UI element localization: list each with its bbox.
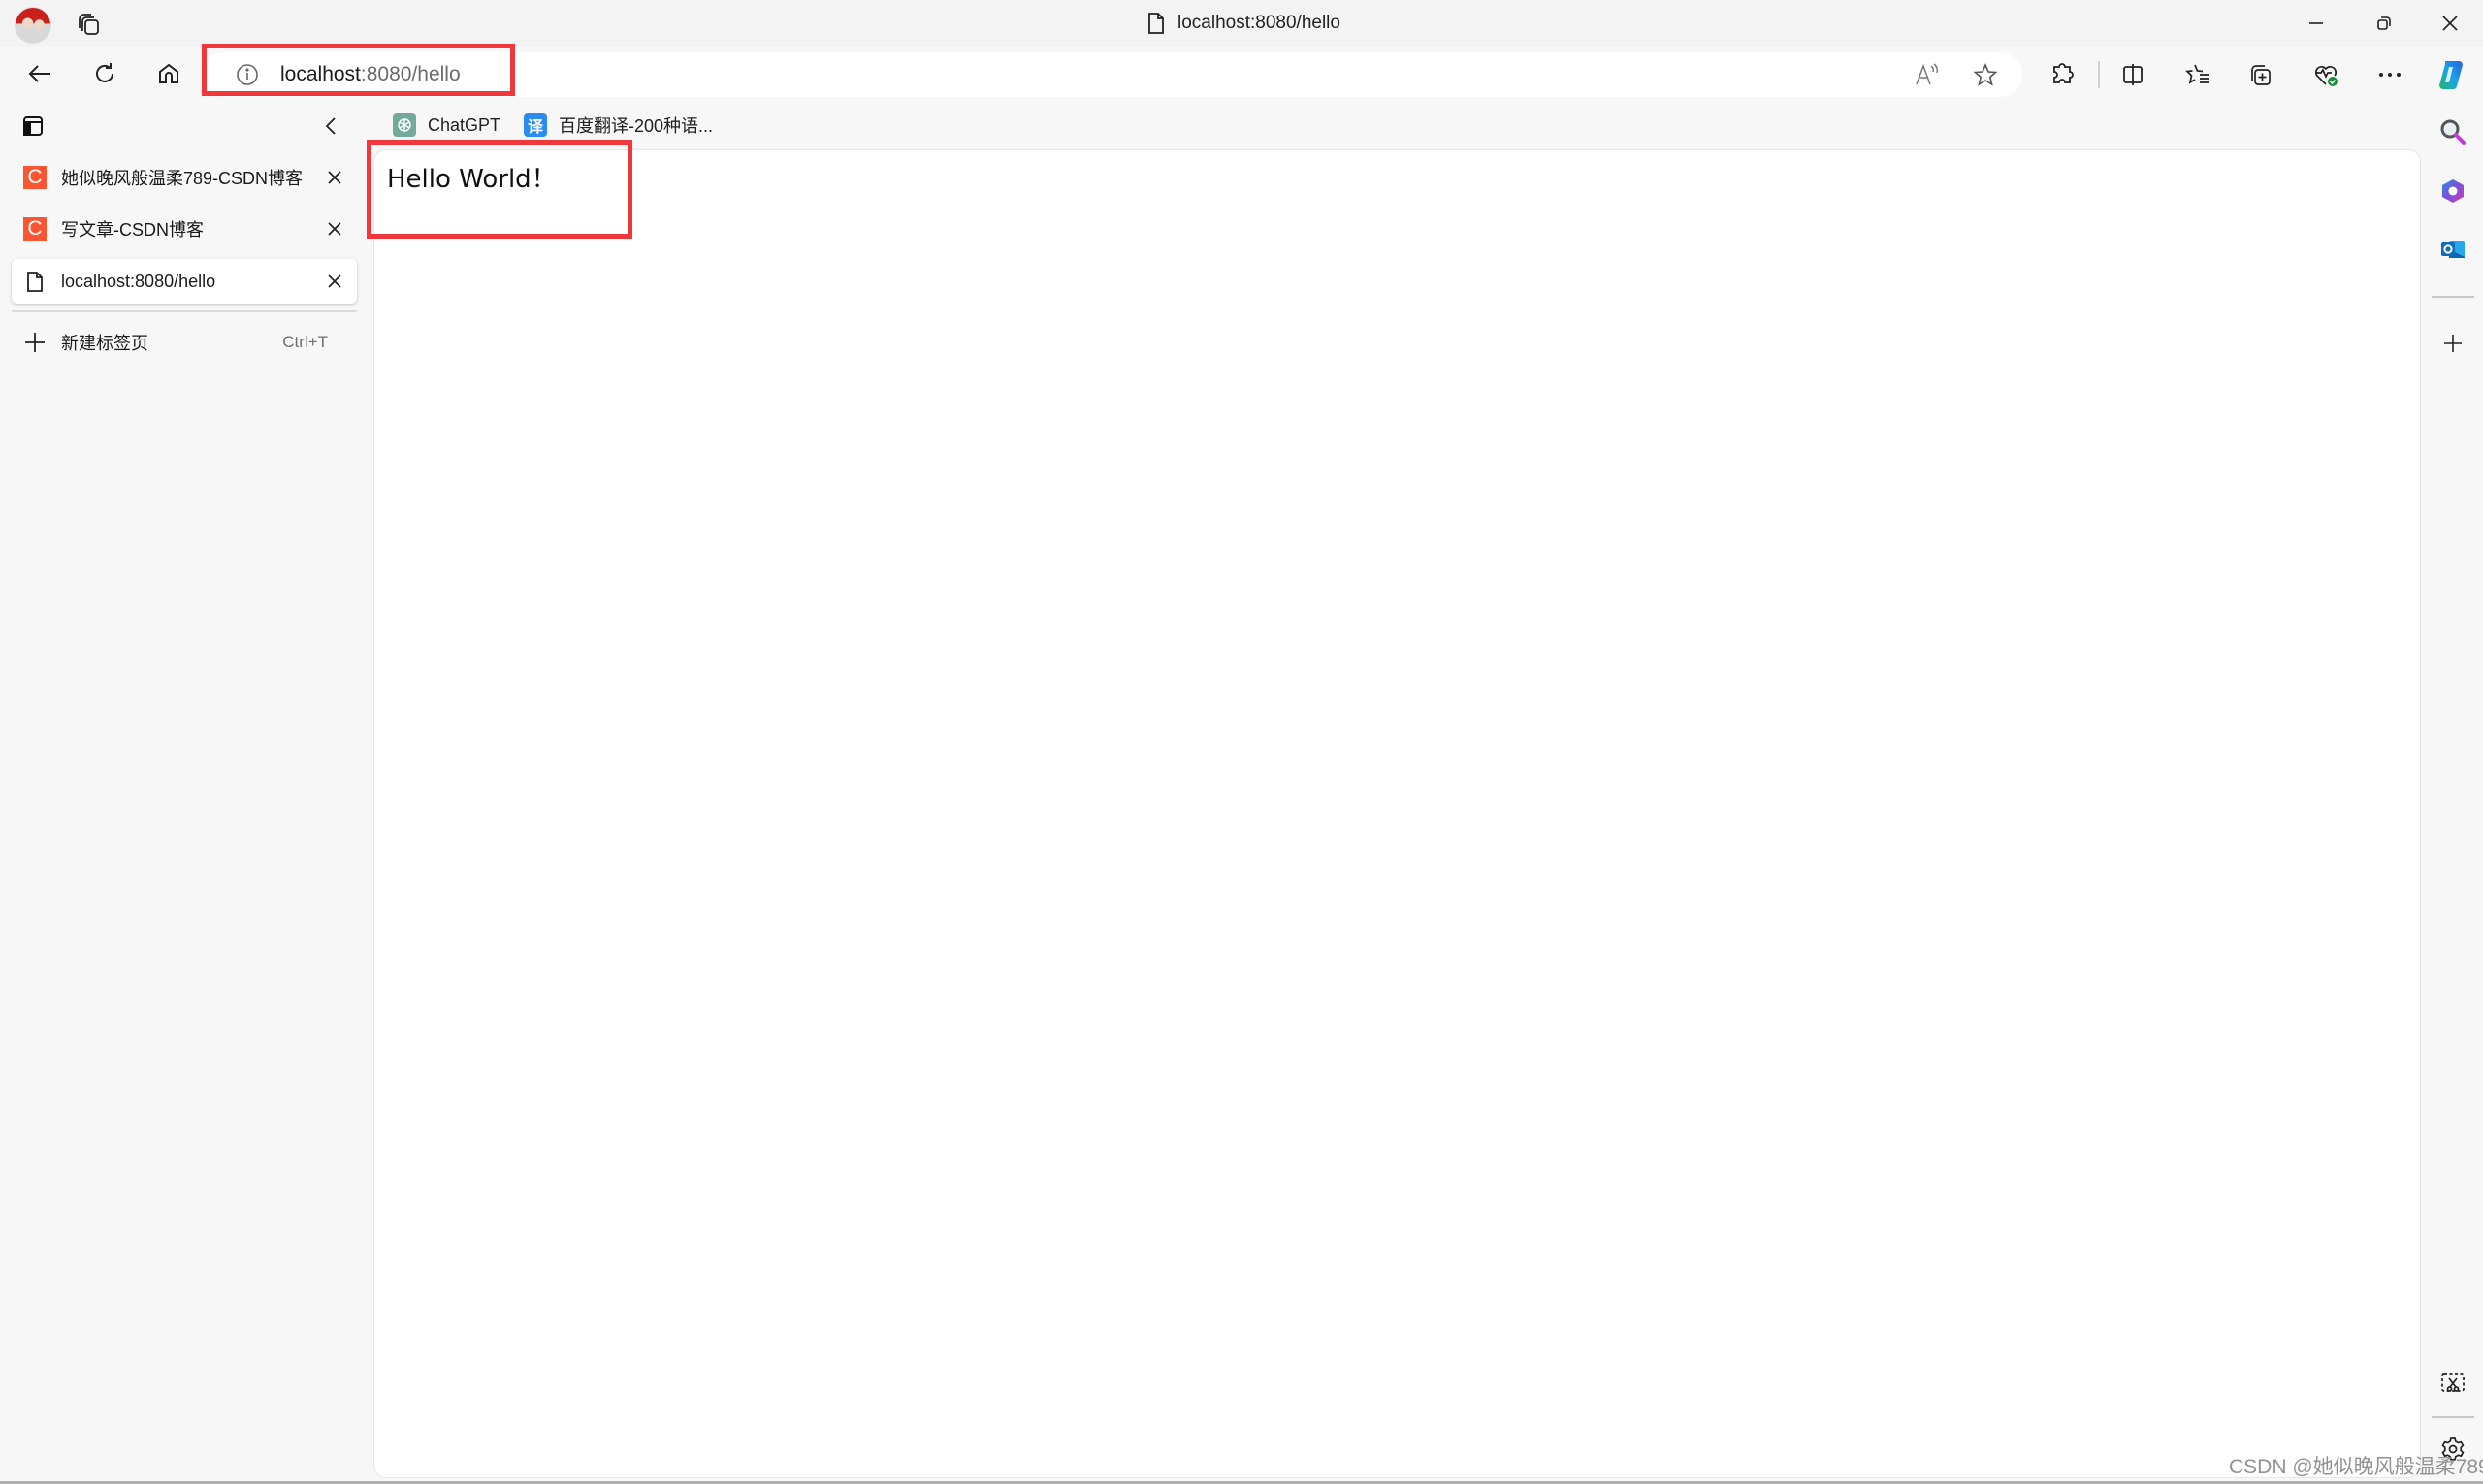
sidebar-outlook-button[interactable] [2432,228,2474,271]
address-bar[interactable] [202,52,2022,97]
url-path: :8080/hello [360,63,461,85]
tab-write-article[interactable]: C 写文章-CSDN博客 [12,207,357,251]
favorite-star-icon [1973,62,1998,87]
more-icon [2377,71,2402,79]
split-screen-button[interactable] [2112,53,2154,96]
search-icon [2439,118,2467,145]
sidebar-divider [2432,296,2474,298]
page-icon [1146,12,1166,35]
favorite-label: 百度翻译-200种语... [559,116,714,136]
tab-close-button[interactable] [320,163,349,192]
favorite-label: ChatGPT [428,114,501,135]
new-tab-shortcut: Ctrl+T [282,333,328,351]
page-icon [23,270,47,293]
add-icon [2442,333,2464,354]
chatgpt-icon [393,113,416,137]
read-aloud-button[interactable] [1906,53,1949,96]
toolbar-divider [2098,61,2100,88]
page-content [374,150,2420,1477]
sidebar-screenshot-button[interactable] [2432,1363,2474,1405]
browser-essentials-button[interactable] [2306,53,2348,96]
url-text[interactable]: localhost:8080/hello [280,61,461,88]
tab-title: 她似晚风般温柔789-CSDN博客 [61,169,304,188]
tab-title: localhost:8080/hello [61,271,216,291]
screenshot-icon [2439,1371,2467,1397]
page-body-text: Hello World！ [387,165,557,194]
favorites-bar: ChatGPT 译 百度翻译-200种语... [393,109,713,142]
extensions-icon [2050,62,2076,87]
refresh-icon [92,61,117,86]
baidu-translate-icon: 译 [524,113,548,137]
profile-avatar[interactable] [15,7,51,44]
favorite-chatgpt[interactable]: ChatGPT [393,113,500,137]
tab-actions-menu-button[interactable] [21,114,47,140]
back-button[interactable] [18,52,61,95]
outlook-icon [2439,236,2467,263]
more-button[interactable] [2369,53,2411,96]
window-title-text: localhost:8080/hello [1177,13,1340,33]
copilot-icon [2434,57,2468,92]
refresh-button[interactable] [83,52,126,95]
watermark: CSDN @她似晚风般温柔789 [2229,1456,2483,1478]
back-arrow-icon [27,63,52,84]
add-favorite-button[interactable] [1964,53,2007,96]
tab-localhost-hello[interactable]: localhost:8080/hello [12,259,357,304]
plus-icon [23,331,47,354]
restore-button[interactable] [2357,6,2411,41]
sidebar-search-button[interactable] [2432,111,2474,153]
new-tab-button[interactable]: 新建标签页 Ctrl+T [12,323,357,362]
home-icon [156,61,181,86]
tab-csdn-blog[interactable]: C 她似晚风般温柔789-CSDN博客 [12,155,357,200]
collections-button[interactable] [2239,53,2281,96]
tab-close-button[interactable] [320,214,349,243]
favorite-baidu-translate[interactable]: 译 百度翻译-200种语... [524,113,713,138]
extensions-button[interactable] [2042,53,2084,96]
read-aloud-icon [1914,62,1941,87]
browser-essentials-icon [2312,61,2341,88]
minimize-button[interactable] [2289,6,2343,41]
split-screen-icon [2120,62,2145,87]
site-info-icon[interactable] [235,62,260,87]
workspaces-icon[interactable] [76,12,103,39]
csdn-favicon-icon: C [23,166,47,189]
window-title: localhost:8080/hello [1146,10,1340,37]
csdn-favicon-icon: C [23,217,47,241]
favorites-button[interactable] [2177,53,2219,96]
tab-close-button[interactable] [320,267,349,296]
tab-title: 写文章-CSDN博客 [61,220,204,240]
collapse-pane-button[interactable] [320,114,345,140]
collections-icon [2246,61,2273,88]
tabs-divider [12,310,357,312]
microsoft365-icon [2439,177,2467,205]
sidebar-add-button[interactable] [2432,322,2474,365]
sidebar-microsoft365-button[interactable] [2432,170,2474,212]
home-button[interactable] [147,52,190,95]
favorites-icon [2184,62,2211,87]
copilot-button[interactable] [2430,53,2472,96]
close-window-button[interactable] [2423,6,2477,41]
chevron-left-icon [320,114,345,138]
new-tab-label: 新建标签页 [61,334,148,353]
sidebar-divider [2432,1416,2474,1418]
url-host: localhost [280,63,361,85]
